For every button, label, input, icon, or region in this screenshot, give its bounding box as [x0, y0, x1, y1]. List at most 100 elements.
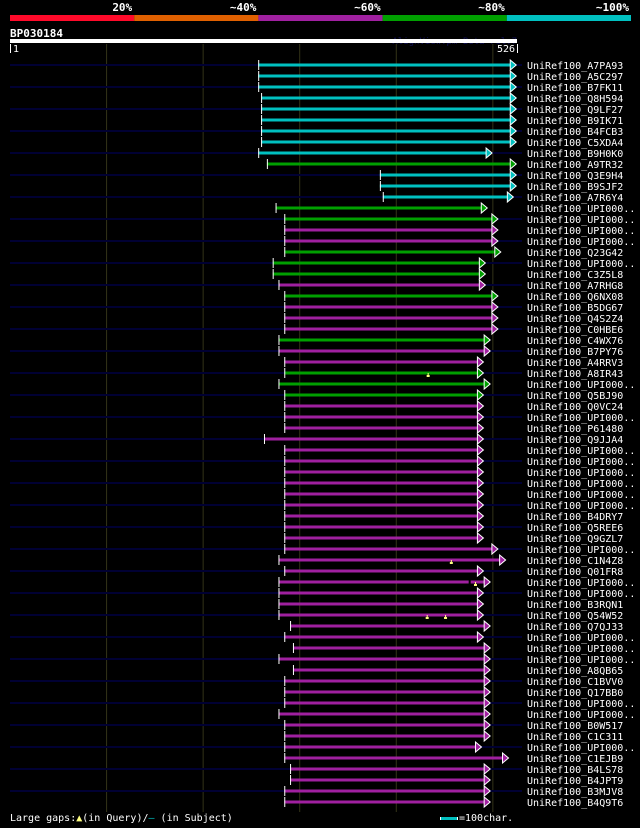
hit-label[interactable]: UniRef100_UPI000.. [527, 226, 635, 237]
alignment-row: UniRef100_C5XDA4 [261, 135, 623, 149]
hit-label[interactable]: UniRef100_B4Q9T6 [527, 798, 623, 809]
hit-label[interactable]: UniRef100_B4JPT9 [527, 776, 623, 787]
hit-label[interactable]: UniRef100_B5DG67 [527, 303, 623, 314]
hit-label[interactable]: UniRef100_Q5REE6 [527, 523, 623, 534]
hit-label[interactable]: UniRef100_UPI000.. [527, 589, 635, 600]
hit-label[interactable]: UniRef100_Q8H594 [527, 94, 623, 105]
hit-bar [290, 778, 485, 782]
alignment-row: UniRef100_UPI000.. [284, 487, 635, 501]
hit-label[interactable]: UniRef100_C5XDA4 [527, 138, 623, 149]
hit-label[interactable]: UniRef100_C1BVV0 [527, 677, 623, 688]
hit-bar [278, 382, 485, 386]
hit-label[interactable]: UniRef100_Q54W52 [527, 611, 623, 622]
hit-end-arrow-icon [483, 696, 491, 710]
alignment-row: UniRef100_UPI000.. [10, 630, 635, 644]
hit-label[interactable]: UniRef100_B4FCB3 [527, 127, 623, 138]
hit-label[interactable]: UniRef100_UPI000.. [527, 237, 635, 248]
hit-bar [284, 745, 476, 749]
hit-end-arrow-icon [476, 531, 485, 545]
hit-label[interactable]: UniRef100_C1EJB9 [527, 754, 623, 765]
hit-label[interactable]: UniRef100_UPI000.. [527, 259, 635, 270]
hit-label[interactable]: UniRef100_A7R6Y4 [527, 193, 623, 204]
hit-label[interactable]: UniRef100_UPI000.. [527, 204, 635, 215]
hit-label[interactable]: UniRef100_A5C297 [527, 72, 623, 83]
hit-end-arrow-icon [509, 69, 518, 83]
identity-scale-segment [258, 15, 383, 21]
hit-end-arrow-icon [476, 366, 485, 380]
hit-label[interactable]: UniRef100_Q17BB0 [527, 688, 623, 699]
hit-label[interactable]: UniRef100_UPI000.. [527, 699, 635, 710]
query-name: BP030184 [10, 27, 63, 40]
hit-label[interactable]: UniRef100_UPI000.. [527, 380, 635, 391]
hit-label[interactable]: UniRef100_Q4S2Z4 [527, 314, 623, 325]
alignment-row: UniRef100_A7R6Y4 [10, 190, 623, 204]
hit-label[interactable]: UniRef100_UPI000.. [527, 490, 635, 501]
hit-label[interactable]: UniRef100_Q0VC24 [527, 402, 623, 413]
hit-label[interactable]: UniRef100_B9SJF2 [527, 182, 623, 193]
hit-label[interactable]: UniRef100_UPI000.. [527, 479, 635, 490]
hit-bar [284, 514, 478, 518]
hit-label[interactable]: UniRef100_Q6NX08 [527, 292, 623, 303]
subject-gap-text: (in Subject) [154, 813, 233, 824]
hit-bar [284, 360, 478, 364]
hit-label[interactable]: UniRef100_Q9LF27 [527, 105, 623, 116]
hit-label[interactable]: UniRef100_B9H0K0 [527, 149, 623, 160]
hit-end-arrow-icon [474, 740, 483, 754]
alignment-row: UniRef100_B4LS78 [10, 762, 623, 776]
hit-label[interactable]: UniRef100_C3Z5L8 [527, 270, 623, 281]
hit-label[interactable]: UniRef100_B7FK11 [527, 83, 623, 94]
hit-label[interactable]: UniRef100_UPI000.. [527, 215, 635, 226]
alignment-row: UniRef100_Q23G42 [284, 245, 623, 259]
hit-label[interactable]: UniRef100_B3RQN1 [527, 600, 623, 611]
hit-end-arrow-icon [483, 652, 491, 666]
hit-label[interactable]: UniRef100_UPI000.. [527, 743, 635, 754]
hit-label[interactable]: UniRef100_UPI000.. [527, 457, 635, 468]
hit-end-arrow-icon [483, 674, 491, 688]
hit-label[interactable]: UniRef100_Q23G42 [527, 248, 623, 259]
hit-label[interactable]: UniRef100_UPI000.. [527, 633, 635, 644]
query-gap-marker-stem [474, 582, 476, 584]
hit-label[interactable]: UniRef100_Q9JJA4 [527, 435, 623, 446]
hit-label[interactable]: UniRef100_Q5BJ90 [527, 391, 623, 402]
hit-label[interactable]: UniRef100_A4RRV3 [527, 358, 623, 369]
query-bar [10, 39, 517, 43]
hit-label[interactable]: UniRef100_UPI000.. [527, 413, 635, 424]
hit-label[interactable]: UniRef100_B3MJV8 [527, 787, 623, 798]
hit-label[interactable]: UniRef100_Q7QJ33 [527, 622, 623, 633]
hit-label[interactable]: UniRef100_B4DRY7 [527, 512, 623, 523]
hit-label[interactable]: UniRef100_UPI000.. [527, 501, 635, 512]
hit-label[interactable]: UniRef100_B0W517 [527, 721, 623, 732]
hit-label[interactable]: UniRef100_A8QB65 [527, 666, 623, 677]
hit-label[interactable]: UniRef100_B4LS78 [527, 765, 623, 776]
hit-end-arrow-icon [476, 443, 485, 457]
hit-label[interactable]: UniRef100_UPI000.. [527, 545, 635, 556]
hit-label[interactable]: UniRef100_UPI000.. [527, 446, 635, 457]
hit-label[interactable]: UniRef100_C1N4Z8 [527, 556, 623, 567]
hit-label[interactable]: UniRef100_C0HBE6 [527, 325, 623, 336]
hit-label[interactable]: UniRef100_C4WX76 [527, 336, 623, 347]
hit-bar [284, 525, 478, 529]
hit-label[interactable]: UniRef100_P61480 [527, 424, 623, 435]
hit-label[interactable]: UniRef100_Q9GZL7 [527, 534, 623, 545]
hit-bar [284, 679, 485, 683]
hit-label[interactable]: UniRef100_Q3E9H4 [527, 171, 623, 182]
hit-label[interactable]: UniRef100_A9TR32 [527, 160, 623, 171]
hit-bar [278, 283, 480, 287]
alignment-row: UniRef100_Q5REE6 [10, 520, 623, 534]
hit-label[interactable]: UniRef100_Q01FR8 [527, 567, 623, 578]
hit-end-arrow-icon [483, 575, 491, 589]
hit-label[interactable]: UniRef100_A8IR43 [527, 369, 623, 380]
hit-label[interactable]: UniRef100_C1C311 [527, 732, 623, 743]
alignment-row: UniRef100_B4Q9T6 [284, 795, 623, 809]
hit-label[interactable]: UniRef100_A7PA93 [527, 61, 623, 72]
hit-label[interactable]: UniRef100_B7PY76 [527, 347, 623, 358]
alignment-row: UniRef100_C4WX76 [278, 333, 623, 347]
hit-label[interactable]: UniRef100_UPI000.. [527, 468, 635, 479]
hit-label[interactable]: UniRef100_UPI000.. [527, 578, 635, 589]
hit-label[interactable]: UniRef100_UPI000.. [527, 644, 635, 655]
hit-label[interactable]: UniRef100_UPI000.. [527, 655, 635, 666]
hit-end-arrow-icon [509, 179, 518, 193]
hit-label[interactable]: UniRef100_B9IK71 [527, 116, 623, 127]
hit-label[interactable]: UniRef100_A7RHG8 [527, 281, 623, 292]
hit-label[interactable]: UniRef100_UPI000.. [527, 710, 635, 721]
